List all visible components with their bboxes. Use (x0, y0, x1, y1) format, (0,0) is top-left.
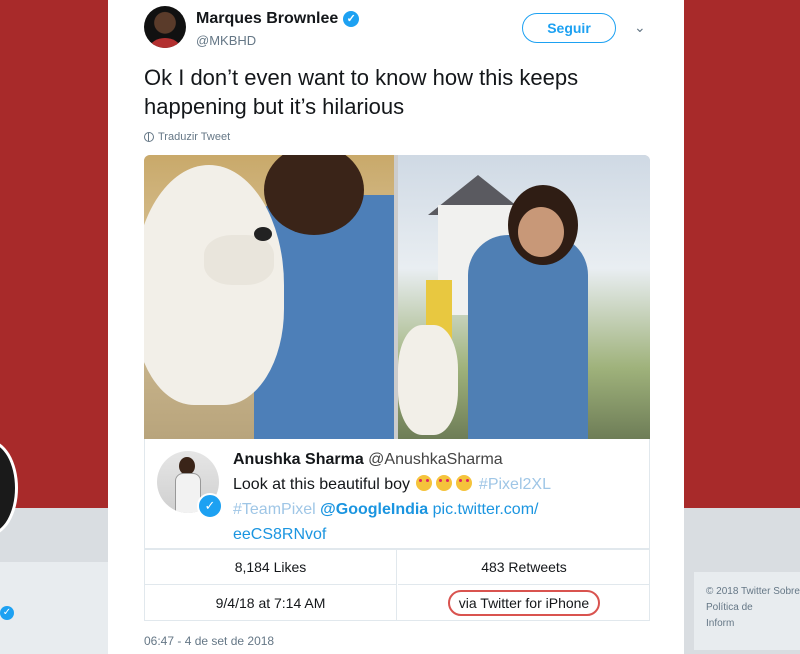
photo-shape (204, 235, 274, 285)
embedded-name[interactable]: Anushka Sharma (233, 451, 364, 468)
likes-text: 8,184 Likes (234, 559, 307, 575)
tweet-author[interactable]: Marques Brownlee ✓ @MKBHD (144, 6, 360, 48)
verified-icon: ✓ (197, 493, 223, 519)
photo-shape (468, 235, 588, 439)
date-text: 9/4/18 at 7:14 AM (215, 594, 326, 611)
likes-count[interactable]: 8,184 Likes (145, 550, 397, 585)
source-text: via Twitter for iPhone (447, 589, 601, 616)
tweet-card: Marques Brownlee ✓ @MKBHD Seguir ⌄ Ok I … (108, 0, 684, 654)
photo-shape (254, 227, 272, 241)
author-avatar[interactable] (144, 6, 186, 48)
photo-shape (518, 207, 564, 257)
embedded-tweet[interactable]: ✓ Anushka Sharma @AnushkaSharma Look at … (144, 439, 650, 549)
photo-shape (144, 165, 284, 405)
tweet-timestamp[interactable]: 06:47 - 4 de set de 2018 (144, 634, 274, 648)
post-source: via Twitter for iPhone (398, 585, 650, 620)
author-display-name[interactable]: Marques Brownlee ✓ (196, 10, 360, 28)
photo-shape (398, 325, 458, 435)
footer-line[interactable]: © 2018 Twitter Sobre (706, 584, 800, 600)
mention-link[interactable]: @GoogleIndia (320, 501, 428, 518)
background-profile-panel (0, 562, 108, 654)
pic-link[interactable]: pic.twitter.com/ (433, 501, 539, 518)
verified-icon: ✓ (343, 11, 360, 27)
chevron-down-icon[interactable]: ⌄ (634, 20, 648, 34)
media-photo-left[interactable] (144, 155, 394, 439)
embedded-text: Anushka Sharma @AnushkaSharma Look at th… (233, 447, 643, 547)
post-date: 9/4/18 at 7:14 AM (145, 585, 397, 620)
pic-link-continued[interactable]: eeCS8RNvof (233, 526, 326, 543)
heart-eyes-emoji-icon (436, 475, 453, 491)
hashtag-link[interactable]: #TeamPixel (233, 501, 316, 518)
translate-tweet-link[interactable]: Traduzir Tweet (144, 131, 230, 143)
follow-button[interactable]: Seguir (522, 13, 616, 43)
footer-line[interactable]: Política de (706, 600, 800, 616)
embedded-handle[interactable]: @AnushkaSharma (368, 451, 503, 468)
heart-eyes-emoji-icon (456, 475, 473, 491)
media-photo-right[interactable] (398, 155, 650, 439)
hashtag-link[interactable]: #Pixel2XL (479, 476, 551, 493)
embedded-text-start: Look at this beautiful boy (233, 476, 411, 493)
tweet-stats: 8,184 Likes 483 Retweets 9/4/18 at 7:14 … (144, 549, 650, 621)
author-names: Marques Brownlee ✓ @MKBHD (196, 6, 360, 48)
background-verified-icon: ✓ (0, 606, 14, 620)
footer-line[interactable]: Inform (706, 616, 800, 632)
author-name-text[interactable]: Marques Brownlee (196, 10, 338, 28)
translate-label: Traduzir Tweet (158, 131, 231, 143)
background-footer: © 2018 Twitter Sobre Política de Inform (694, 572, 800, 650)
globe-icon (144, 132, 154, 142)
retweets-count[interactable]: 483 Retweets (398, 550, 650, 585)
tweet-media[interactable] (144, 155, 650, 439)
heart-eyes-emoji-icon (416, 475, 433, 491)
retweets-text: 483 Retweets (481, 559, 567, 575)
author-handle[interactable]: @MKBHD (196, 33, 359, 48)
tweet-text: Ok I don’t even want to know how this ke… (144, 65, 579, 119)
